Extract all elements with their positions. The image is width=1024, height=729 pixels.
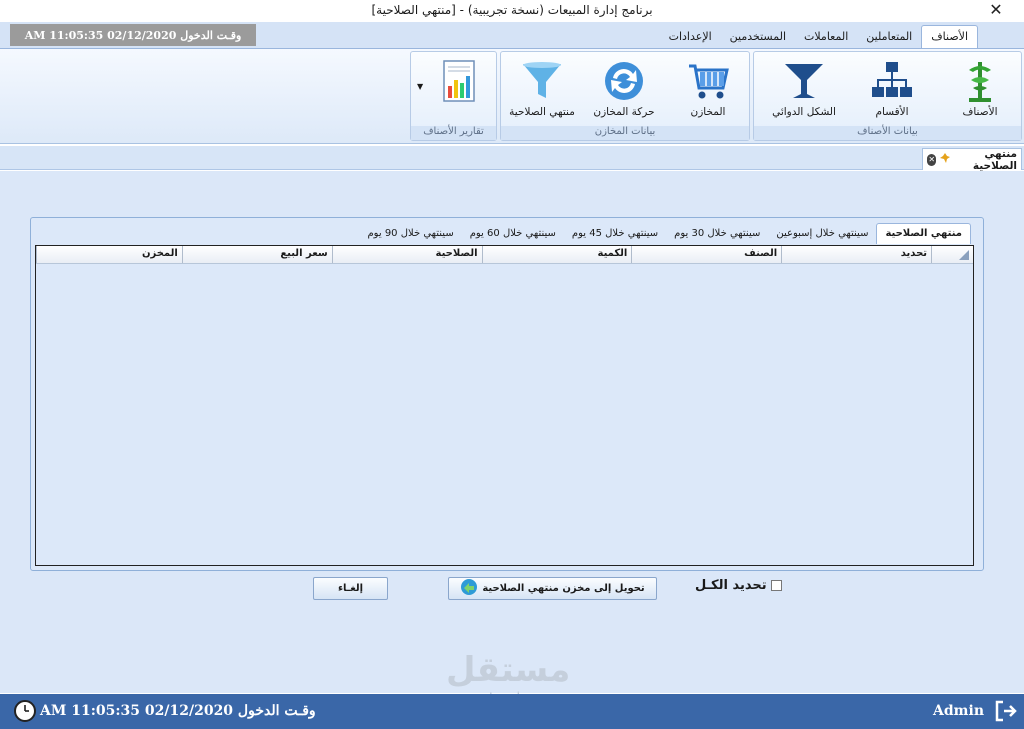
transfer-button[interactable]: تحويل إلى مخزن منتهي الصلاحية [448, 577, 657, 600]
funnel-icon [519, 58, 565, 104]
report-chart-icon [436, 58, 482, 104]
main-content: منتهي الصلاحية سينتهي خلال إسبوعين سينته… [0, 171, 1024, 707]
group-items-reports: ▼ تقارير الأصناف [410, 51, 497, 141]
doc-tab-expired[interactable]: ✕ منتهي الصلاحية [922, 147, 1022, 172]
document-tab-strip: ✕ منتهي الصلاحية [0, 146, 1024, 172]
dosage-form-button[interactable]: الشكل الدوائي [771, 58, 837, 124]
tab-expire-45-days[interactable]: سينتهي خلال 45 يوم [564, 224, 666, 244]
hierarchy-icon [869, 58, 915, 104]
window-close-button[interactable]: ✕ [984, 0, 1008, 19]
status-login-time: وقـت الدخول AM 11:05:35 02/12/2020 [40, 703, 316, 719]
stores-button[interactable]: المخازن [675, 58, 741, 124]
tab-expired[interactable]: منتهي الصلاحية [876, 223, 971, 244]
expired-button-label: منتهي الصلاحية [509, 106, 575, 118]
title-bar: برنامج إدارة المبيعات (نسخة تجريبية) - [… [0, 0, 1024, 22]
col-store[interactable]: المخزن [35, 246, 182, 263]
expired-button[interactable]: منتهي الصلاحية [509, 58, 575, 124]
cancel-button-label: إلغـاء [337, 583, 364, 594]
tab-expire-30-days[interactable]: سينتهي خلال 30 يوم [666, 224, 768, 244]
glass-icon [781, 58, 827, 104]
tab-items[interactable]: الأصناف [921, 25, 978, 48]
categories-button[interactable]: الأقسام [859, 58, 925, 124]
transfer-icon [460, 578, 478, 599]
dosage-form-button-label: الشكل الدوائي [772, 106, 836, 118]
ribbon: وقـت الدخول AM 11:05:35 02/12/2020 الأصن… [0, 22, 1024, 144]
menu-tabs: الأصناف المتعاملين المعاملات المستخدمين … [660, 24, 978, 48]
group-stores-data: المخازن حركة المخازن منتهي الصلاحية بيان… [500, 51, 750, 141]
expiry-tabs: منتهي الصلاحية سينتهي خلال إسبوعين سينته… [359, 220, 971, 244]
refresh-icon [601, 58, 647, 104]
tab-dealers[interactable]: المتعاملين [857, 26, 921, 48]
select-all[interactable]: تحديد الكـل [695, 578, 782, 593]
tab-transactions[interactable]: المعاملات [795, 26, 857, 48]
stores-button-label: المخازن [690, 106, 726, 118]
doc-tab-close-icon[interactable]: ✕ [927, 153, 937, 166]
clock-icon [14, 700, 36, 722]
items-grid[interactable]: تحديد الصنف الكمية الصلاحية سعر البيع ال… [35, 245, 974, 566]
stores-movement-button[interactable]: حركة المخازن [591, 58, 657, 124]
grid-header: تحديد الصنف الكمية الصلاحية سعر البيع ال… [35, 246, 973, 264]
watermark-arabic: مستقل [446, 650, 571, 690]
ribbon-body: الأصناف الأقسام الشكل الدوائي بيانات الأ… [0, 48, 1024, 143]
reports-dropdown-arrow[interactable]: ▼ [417, 82, 423, 91]
doc-tab-label: منتهي الصلاحية [972, 147, 1017, 172]
stores-movement-button-label: حركة المخازن [593, 106, 655, 118]
expiry-panel: منتهي الصلاحية سينتهي خلال إسبوعين سينته… [30, 217, 984, 571]
group-items-reports-label: تقارير الأصناف [411, 126, 496, 140]
tab-expire-90-days[interactable]: سينتهي خلال 90 يوم [359, 224, 461, 244]
transfer-button-label: تحويل إلى مخزن منتهي الصلاحية [482, 583, 645, 594]
categories-button-label: الأقسام [875, 106, 909, 118]
status-user: Admin [933, 703, 984, 719]
col-select[interactable]: تحديد [781, 246, 931, 263]
login-time-box: وقـت الدخول AM 11:05:35 02/12/2020 [10, 24, 256, 46]
select-all-label: تحديد الكـل [695, 578, 767, 593]
tab-expire-two-weeks[interactable]: سينتهي خلال إسبوعين [768, 224, 876, 244]
tab-expire-60-days[interactable]: سينتهي خلال 60 يوم [462, 224, 564, 244]
tab-users[interactable]: المستخدمين [721, 26, 795, 48]
group-items-data-label: بيانات الأصناف [754, 126, 1021, 140]
col-quantity[interactable]: الكمية [481, 246, 632, 263]
grid-corner-icon[interactable] [931, 246, 973, 263]
col-sale-price[interactable]: سعر البيع [181, 246, 332, 263]
group-stores-data-label: بيانات المخازن [501, 126, 749, 140]
status-bar: وقـت الدخول AM 11:05:35 02/12/2020 Admin [0, 694, 1024, 729]
col-item[interactable]: الصنف [631, 246, 781, 263]
tab-settings[interactable]: الإعدادات [660, 26, 721, 48]
items-button-label: الأصناف [962, 106, 998, 118]
cancel-button[interactable]: إلغـاء [313, 577, 388, 600]
window-title: برنامج إدارة المبيعات (نسخة تجريبية) - [… [371, 3, 653, 17]
logout-icon[interactable] [994, 700, 1018, 722]
pin-icon [939, 152, 951, 167]
cart-icon [685, 58, 731, 104]
items-button[interactable]: الأصناف [947, 58, 1013, 124]
items-reports-button[interactable] [426, 58, 492, 124]
col-expiry[interactable]: الصلاحية [331, 246, 482, 263]
group-items-data: الأصناف الأقسام الشكل الدوائي بيانات الأ… [753, 51, 1022, 141]
select-all-checkbox[interactable] [770, 580, 782, 591]
pharmacy-icon [957, 58, 1003, 104]
